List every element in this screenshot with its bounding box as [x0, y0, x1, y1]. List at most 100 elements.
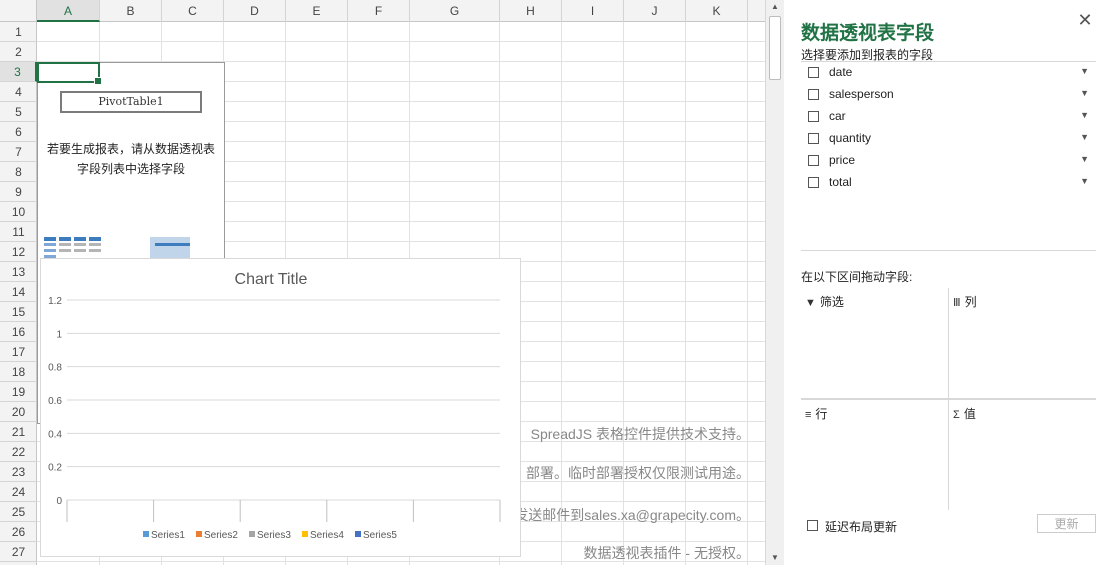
columns-area-label: 列	[964, 295, 977, 309]
legend-swatch	[302, 531, 308, 537]
row-header-3[interactable]: 3	[0, 62, 37, 82]
select-all-corner[interactable]	[0, 0, 37, 22]
values-area-label: 值	[963, 407, 976, 421]
chevron-down-icon[interactable]: ▼	[1080, 88, 1089, 98]
rows-area[interactable]: ≡ 行	[801, 400, 948, 510]
column-header-c[interactable]: C	[162, 0, 224, 22]
chart[interactable]: Chart Title 0 0.2 0.4 0.6 0.8 1 1.2 Series1 Serie…	[40, 258, 521, 557]
field-checkbox[interactable]	[808, 67, 819, 78]
row-header-10[interactable]: 10	[0, 202, 37, 222]
field-item-quantity[interactable]: quantity ▼	[805, 128, 1093, 150]
field-item-total[interactable]: total ▼	[805, 172, 1093, 194]
chevron-down-icon[interactable]: ▼	[1080, 66, 1089, 76]
column-header-i[interactable]: I	[562, 0, 624, 22]
column-header-b[interactable]: B	[100, 0, 162, 22]
watermark-line-3: 发送邮件到sales.xa@grapecity.com。	[514, 507, 750, 523]
legend-entry: Series5	[363, 530, 397, 541]
row-header-14[interactable]: 14	[0, 282, 37, 302]
row-header-13[interactable]: 13	[0, 262, 37, 282]
y-tick-label: 0.6	[48, 396, 62, 407]
values-area[interactable]: Σ值	[949, 400, 1096, 510]
pivot-hint-line-1: 若要生成报表，请从数据透视表	[46, 142, 215, 156]
legend-entry: Series2	[204, 530, 238, 541]
column-header-f[interactable]: F	[348, 0, 410, 22]
scroll-up-icon[interactable]: ▲	[766, 0, 784, 14]
row-header-7[interactable]: 7	[0, 142, 37, 162]
legend-swatch	[143, 531, 149, 537]
defer-layout-label: 延迟布局更新	[825, 520, 898, 534]
column-headers: ABCDEFGHIJK	[0, 0, 765, 22]
watermark-line-4: 数据透视表插件 - 无授权。	[583, 545, 750, 561]
chevron-down-icon[interactable]: ▼	[1080, 110, 1089, 120]
y-tick-label: 0.2	[48, 463, 62, 474]
columns-icon: Ⅲ	[953, 297, 961, 309]
field-item-salesperson[interactable]: salesperson ▼	[805, 84, 1093, 106]
chevron-down-icon[interactable]: ▼	[1080, 132, 1089, 142]
y-tick-label: 1	[56, 329, 62, 340]
field-checkbox[interactable]	[808, 155, 819, 166]
row-header-9[interactable]: 9	[0, 182, 37, 202]
column-header-a[interactable]: A	[37, 0, 100, 22]
defer-layout-checkbox[interactable]	[807, 520, 818, 531]
column-header-h[interactable]: H	[500, 0, 562, 22]
row-header-20[interactable]: 20	[0, 402, 37, 422]
row-header-26[interactable]: 26	[0, 522, 37, 542]
field-checkbox[interactable]	[808, 177, 819, 188]
row-header-11[interactable]: 11	[0, 222, 37, 242]
spreadsheet[interactable]: ABCDEFGHIJK 1 2 3 4 5 6 7 8 9 10 11 12 13 14 15 16 17 18 1…	[0, 0, 765, 565]
row-header-15[interactable]: 15	[0, 302, 37, 322]
pivot-hint-text: 若要生成报表，请从数据透视表 字段列表中选择字段	[42, 139, 220, 179]
row-header-4[interactable]: 4	[0, 82, 37, 102]
row-header-12[interactable]: 12	[0, 242, 37, 262]
sigma-icon: Σ	[953, 409, 960, 421]
legend-swatch	[196, 531, 202, 537]
chevron-down-icon[interactable]: ▼	[1080, 176, 1089, 186]
row-header-22[interactable]: 22	[0, 442, 37, 462]
field-checkbox[interactable]	[808, 133, 819, 144]
field-list: date ▼ salesperson ▼ car ▼ quantity ▼ pr…	[801, 61, 1096, 251]
column-header-e[interactable]: E	[286, 0, 348, 22]
chart-title: Chart Title	[235, 271, 308, 288]
row-header-24[interactable]: 24	[0, 482, 37, 502]
vertical-scrollbar[interactable]: ▲ ▼	[765, 0, 784, 565]
column-header-d[interactable]: D	[224, 0, 286, 22]
row-header-27[interactable]: 27	[0, 542, 37, 562]
row-header-16[interactable]: 16	[0, 322, 37, 342]
field-item-date[interactable]: date ▼	[805, 62, 1093, 84]
row-header-5[interactable]: 5	[0, 102, 37, 122]
rows-icon: ≡	[805, 409, 812, 421]
row-header-18[interactable]: 18	[0, 362, 37, 382]
selected-cell-a3[interactable]	[37, 62, 102, 85]
filter-area-label: 筛选	[819, 295, 844, 309]
legend-swatch	[355, 531, 361, 537]
y-tick-label: 1.2	[48, 296, 62, 307]
row-header-8[interactable]: 8	[0, 162, 37, 182]
row-header-6[interactable]: 6	[0, 122, 37, 142]
legend-entry: Series3	[257, 530, 291, 541]
pivot-field-list-icon	[150, 237, 195, 259]
filter-area[interactable]: ▼ 筛选	[801, 288, 948, 399]
close-icon[interactable]: ✕	[1075, 10, 1095, 30]
scroll-down-icon[interactable]: ▼	[766, 551, 784, 565]
watermark-line-1: SpreadJS 表格控件提供技术支持。	[530, 426, 750, 442]
filter-icon: ▼	[805, 297, 816, 309]
row-header-17[interactable]: 17	[0, 342, 37, 362]
row-header-21[interactable]: 21	[0, 422, 37, 442]
chevron-down-icon[interactable]: ▼	[1080, 154, 1089, 164]
row-header-19[interactable]: 19	[0, 382, 37, 402]
field-item-price[interactable]: price ▼	[805, 150, 1093, 172]
column-header-j[interactable]: J	[624, 0, 686, 22]
column-header-g[interactable]: G	[410, 0, 500, 22]
field-checkbox[interactable]	[808, 89, 819, 100]
row-header-1[interactable]: 1	[0, 22, 37, 42]
row-header-2[interactable]: 2	[0, 42, 37, 62]
field-checkbox[interactable]	[808, 111, 819, 122]
update-button[interactable]: 更新	[1037, 514, 1096, 533]
scroll-thumb[interactable]	[769, 16, 781, 80]
columns-area[interactable]: Ⅲ列	[949, 288, 1096, 399]
panel-title: 数据透视表字段	[801, 23, 935, 44]
field-item-car[interactable]: car ▼	[805, 106, 1093, 128]
row-header-25[interactable]: 25	[0, 502, 37, 522]
row-header-23[interactable]: 23	[0, 462, 37, 482]
column-header-k[interactable]: K	[686, 0, 748, 22]
